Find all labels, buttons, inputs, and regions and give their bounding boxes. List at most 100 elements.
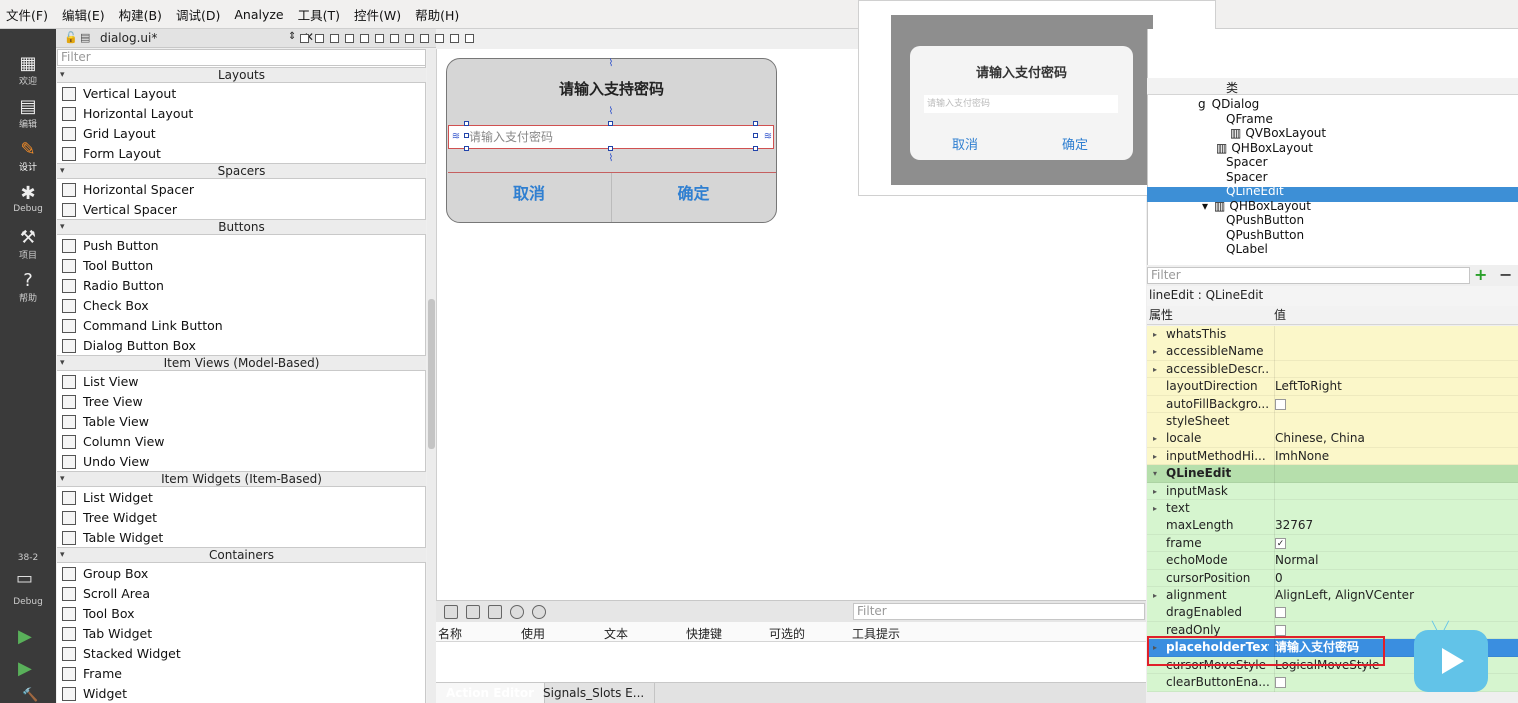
- checkbox[interactable]: [1275, 398, 1286, 410]
- expand-arrow-icon[interactable]: ▸: [1153, 587, 1157, 604]
- widget-category[interactable]: Item Widgets (Item-Based): [57, 471, 426, 487]
- property-value[interactable]: [1274, 465, 1518, 483]
- tree-item[interactable]: QPushButton: [1226, 228, 1304, 243]
- action-column-header[interactable]: 文本: [604, 625, 628, 642]
- widget-item[interactable]: Widget: [57, 684, 426, 703]
- action-column-header[interactable]: 可选的: [769, 625, 805, 642]
- copy-action-icon[interactable]: [466, 605, 480, 619]
- property-row[interactable]: ▸ locale Chinese, China: [1147, 430, 1518, 448]
- delete-action-icon[interactable]: [510, 605, 524, 619]
- widget-item[interactable]: Column View: [57, 432, 426, 452]
- tree-item[interactable]: ▥ QVBoxLayout: [1230, 126, 1326, 141]
- horizontal-spacer-right-icon[interactable]: ≋: [760, 131, 776, 143]
- property-row[interactable]: styleSheet: [1147, 413, 1518, 431]
- edit-tab-order-icon[interactable]: [345, 34, 354, 43]
- property-value[interactable]: [1274, 395, 1518, 414]
- widget-item[interactable]: Undo View: [57, 452, 426, 472]
- selection-handle[interactable]: [464, 146, 469, 151]
- menu-item[interactable]: 文件(F): [6, 5, 48, 24]
- widget-item[interactable]: Tree Widget: [57, 508, 426, 528]
- layout-v-splitter-icon[interactable]: [405, 34, 414, 43]
- property-row[interactable]: cursorPosition 0: [1147, 569, 1518, 588]
- widget-category[interactable]: Item Views (Model-Based): [57, 355, 426, 371]
- checked-checkbox-icon[interactable]: ✓: [1275, 537, 1286, 549]
- tree-item[interactable]: QPushButton: [1226, 213, 1304, 228]
- break-layout-icon[interactable]: [450, 34, 459, 43]
- action-filter-input[interactable]: Filter: [853, 603, 1145, 620]
- selection-handle[interactable]: [608, 121, 613, 126]
- widget-item[interactable]: Check Box: [57, 296, 426, 316]
- widget-category[interactable]: Buttons: [57, 219, 426, 235]
- property-value[interactable]: [1274, 482, 1518, 501]
- preview-cancel-button[interactable]: 取消: [930, 134, 1000, 153]
- widget-item[interactable]: Horizontal Spacer: [57, 180, 426, 200]
- widget-item[interactable]: Vertical Layout: [57, 84, 426, 104]
- layout-grid-icon[interactable]: [420, 34, 429, 43]
- property-row[interactable]: layoutDirection LeftToRight: [1147, 378, 1518, 396]
- property-row[interactable]: autoFillBackgro...: [1147, 395, 1518, 414]
- property-value[interactable]: [1274, 343, 1518, 361]
- widget-item[interactable]: Group Box: [57, 564, 426, 584]
- menu-item[interactable]: 调试(D): [176, 5, 220, 24]
- tree-item[interactable]: ▾ ▥ QHBoxLayout: [1202, 199, 1311, 214]
- checkbox[interactable]: [1275, 677, 1286, 688]
- selection-handle[interactable]: [753, 146, 758, 151]
- layout-h-splitter-icon[interactable]: [390, 34, 399, 43]
- paste-action-icon[interactable]: [488, 605, 502, 619]
- vertical-spacer-bottom-icon[interactable]: ⌇: [604, 153, 618, 165]
- selection-handle[interactable]: [608, 146, 613, 151]
- checkbox[interactable]: [1275, 624, 1286, 636]
- property-row[interactable]: ▸ alignment AlignLeft, AlignVCenter: [1147, 587, 1518, 605]
- monitor-icon[interactable]: ▭: [16, 568, 33, 589]
- property-row[interactable]: frame ✓: [1147, 534, 1518, 553]
- widget-category[interactable]: Spacers: [57, 163, 426, 179]
- property-row[interactable]: echoMode Normal: [1147, 552, 1518, 570]
- expand-arrow-icon[interactable]: ▸: [1153, 430, 1157, 447]
- expand-arrow-icon[interactable]: ▸: [1153, 326, 1157, 343]
- widget-item[interactable]: Push Button: [57, 236, 426, 256]
- mode-欢迎[interactable]: ▦ 欢迎: [0, 54, 56, 88]
- tree-item[interactable]: g QDialog: [1198, 97, 1259, 112]
- selection-handle[interactable]: [464, 133, 469, 138]
- vertical-spacer-mid-icon[interactable]: ⌇: [604, 106, 618, 118]
- action-column-header[interactable]: 名称: [438, 625, 462, 642]
- vertical-spacer-top-icon[interactable]: ⌇: [604, 58, 618, 70]
- property-row[interactable]: ▸ whatsThis: [1147, 326, 1518, 344]
- widget-item[interactable]: Grid Layout: [57, 124, 426, 144]
- new-action-icon[interactable]: [444, 605, 458, 619]
- menu-item[interactable]: Analyze: [234, 7, 283, 22]
- property-value[interactable]: Normal: [1274, 552, 1518, 570]
- edit-widgets-icon[interactable]: [300, 34, 309, 43]
- expand-arrow-icon[interactable]: ▸: [1153, 448, 1157, 465]
- mode-Debug[interactable]: ✱ Debug: [0, 184, 56, 215]
- action-column-header[interactable]: 工具提示: [852, 625, 900, 642]
- preview-line-edit[interactable]: 请输入支付密码: [924, 95, 1118, 113]
- scrollbar-thumb[interactable]: [428, 299, 435, 449]
- action-editor-tab[interactable]: Action Editor: [436, 683, 546, 703]
- property-value[interactable]: [1274, 360, 1518, 379]
- widget-item[interactable]: Vertical Spacer: [57, 200, 426, 220]
- selection-handle[interactable]: [753, 121, 758, 126]
- edit-signals-icon[interactable]: [315, 34, 324, 43]
- property-value[interactable]: [1274, 413, 1518, 431]
- property-value[interactable]: 32767: [1274, 517, 1518, 535]
- widget-item[interactable]: Tree View: [57, 392, 426, 412]
- tree-item[interactable]: Spacer: [1226, 155, 1268, 170]
- property-value[interactable]: AlignLeft, AlignVCenter: [1274, 587, 1518, 605]
- remove-property-icon[interactable]: −: [1499, 265, 1512, 284]
- checkbox[interactable]: [1275, 607, 1286, 619]
- expand-arrow-icon[interactable]: ▸: [1153, 361, 1157, 378]
- property-row[interactable]: ▸ text: [1147, 500, 1518, 518]
- design-dialog-title[interactable]: 请输入支持密码: [446, 78, 777, 99]
- property-value[interactable]: [1274, 500, 1518, 518]
- mode-帮助[interactable]: ? 帮助: [0, 271, 56, 305]
- widget-item[interactable]: Form Layout: [57, 144, 426, 164]
- action-column-header[interactable]: 使用: [521, 625, 545, 642]
- expand-arrow-icon[interactable]: ▸: [1153, 343, 1157, 360]
- menu-item[interactable]: 控件(W): [354, 5, 401, 24]
- menu-item[interactable]: 帮助(H): [415, 5, 459, 24]
- property-row[interactable]: ▸ accessibleDescr...: [1147, 360, 1518, 379]
- edit-buddies-icon[interactable]: [330, 34, 339, 43]
- tree-item[interactable]: ▥ QHBoxLayout: [1216, 141, 1313, 156]
- widget-item[interactable]: Table View: [57, 412, 426, 432]
